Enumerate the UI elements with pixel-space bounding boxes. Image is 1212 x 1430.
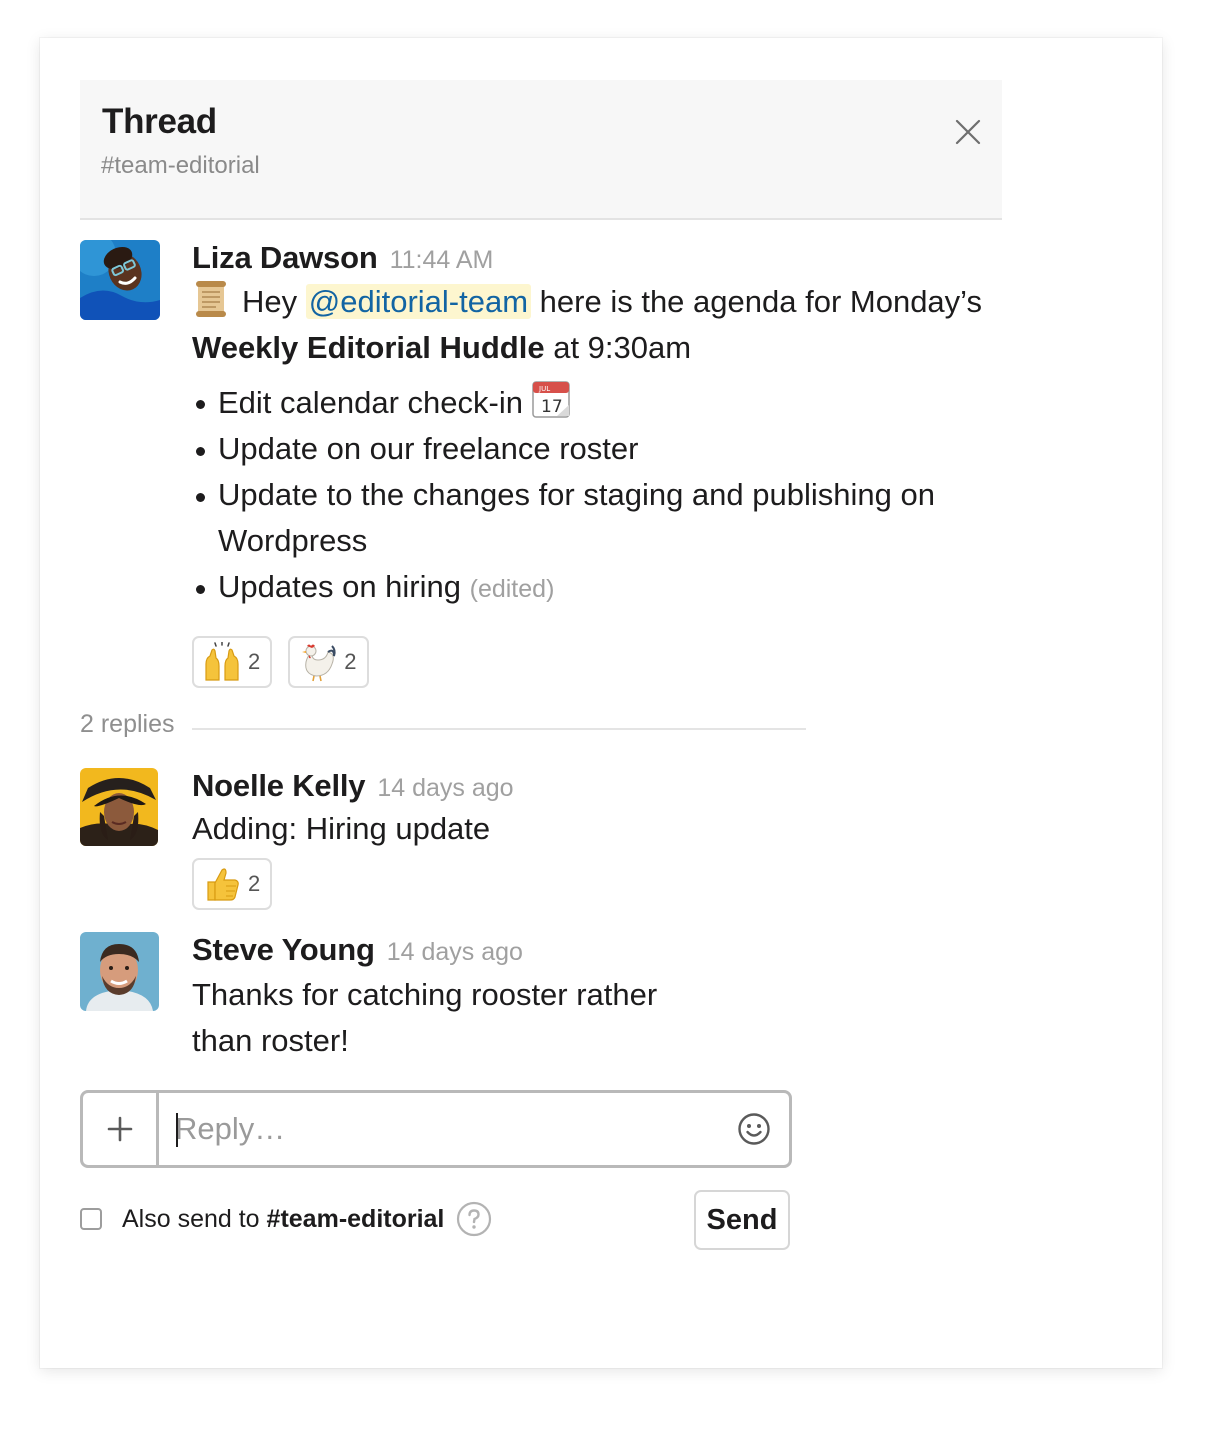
timestamp[interactable]: 11:44 AM (390, 246, 494, 274)
reaction-raised-hands[interactable]: 2 (192, 636, 273, 688)
steve-avatar-image (80, 932, 159, 1011)
also-send-checkbox[interactable] (80, 1208, 102, 1230)
thumbs-up-emoji (202, 864, 242, 904)
question-icon (457, 1201, 492, 1237)
text-caret (176, 1113, 178, 1147)
reply-message: Steve Young 14 days ago Thanks for catchi… (80, 932, 880, 1072)
emoji-button[interactable] (719, 1093, 789, 1165)
thread-title: Thread (102, 102, 217, 141)
agenda-list: Edit calendar check-in JUL 17 Update on … (192, 379, 1002, 612)
agenda-item: Update on our freelance roster (192, 426, 1002, 472)
send-button[interactable]: Send (694, 1190, 790, 1250)
reactions-bar: 2 (192, 858, 832, 910)
message-body: Noelle Kelly 14 days ago Adding: Hiring u… (192, 768, 832, 910)
rooster-emoji (298, 642, 338, 682)
reply-message: Noelle Kelly 14 days ago Adding: Hiring u… (80, 768, 880, 918)
avatar[interactable] (80, 240, 160, 320)
message-text: Adding: Hiring update (192, 811, 491, 846)
reaction-count: 2 (248, 871, 261, 896)
agenda-item: Update to the changes for staging and pu… (192, 472, 982, 564)
message-header: Liza Dawson 11:44 AM (192, 240, 1002, 276)
replies-count: 2 replies (80, 710, 175, 738)
text-after-bold: at 9:30am (553, 330, 692, 365)
message-body: Liza Dawson 11:44 AM Hey @editorial-team … (192, 240, 1002, 688)
sender-name[interactable]: Liza Dawson (192, 240, 378, 275)
timestamp[interactable]: 14 days ago (387, 938, 523, 966)
smiley-icon (738, 1113, 770, 1145)
replies-divider: 2 replies (80, 708, 806, 744)
reaction-rooster[interactable]: 2 (288, 636, 369, 688)
reaction-thumbs-up[interactable]: 2 (192, 858, 273, 910)
avatar[interactable] (80, 932, 159, 1011)
thread-panel (40, 38, 1162, 1368)
bold-huddle-text: Weekly Editorial Huddle (192, 330, 545, 365)
attach-button[interactable] (83, 1093, 159, 1165)
agenda-item-text: Update to the changes for staging and pu… (218, 477, 935, 558)
scroll-emoji (192, 278, 232, 318)
text-before-mention: Hey (242, 284, 298, 319)
reactions-bar: 2 2 (192, 636, 1002, 688)
message-header: Noelle Kelly 14 days ago (192, 768, 832, 804)
calendar-month-text: JUL (538, 385, 550, 393)
message-text-line: Thanks for catching rooster rather (192, 977, 658, 1012)
close-icon (955, 119, 981, 145)
close-button[interactable] (954, 118, 982, 146)
reaction-count: 2 (248, 649, 261, 674)
avatar[interactable] (80, 768, 158, 846)
sender-name[interactable]: Steve Young (192, 932, 375, 967)
message-header: Steve Young 14 days ago (192, 932, 832, 968)
noelle-avatar-image (80, 768, 158, 846)
mention-editorial-team[interactable]: @editorial-team (305, 284, 532, 319)
parent-message: Liza Dawson 11:44 AM Hey @editorial-team … (80, 240, 1002, 690)
agenda-item-text: Edit calendar check-in (218, 385, 523, 420)
agenda-item-text: Update on our freelance roster (218, 431, 639, 466)
also-send-channel: #team-editorial (266, 1204, 445, 1233)
agenda-item-text: Updates on hiring (218, 569, 461, 604)
message-text-line: than roster! (192, 1023, 349, 1058)
reply-input[interactable] (159, 1093, 719, 1165)
reaction-count: 2 (344, 649, 357, 674)
timestamp[interactable]: 14 days ago (377, 774, 513, 802)
message-text: Hey @editorial-team here is the agenda f… (192, 278, 1002, 371)
thread-channel-name[interactable]: #team-editorial (101, 152, 260, 180)
reply-composer (80, 1090, 792, 1168)
sender-name[interactable]: Noelle Kelly (192, 768, 366, 803)
help-button[interactable] (456, 1201, 492, 1237)
message-body: Steve Young 14 days ago Thanks for catchi… (192, 932, 832, 1064)
plus-icon (107, 1116, 132, 1142)
also-send-text: Also send to (122, 1204, 260, 1233)
agenda-item: Updates on hiring (edited) (192, 564, 1002, 612)
text-after-mention: here is the agenda for Monday’s (539, 284, 982, 319)
also-send-row: Also send to #team-editorial (80, 1198, 492, 1240)
message-text: Thanks for catching rooster rather than … (192, 972, 832, 1064)
agenda-item: Edit calendar check-in JUL 17 (192, 379, 1002, 426)
liza-avatar-image (80, 240, 160, 320)
raised-hands-emoji (202, 642, 242, 682)
also-send-label: Also send to #team-editorial (122, 1205, 444, 1234)
divider-line (192, 728, 806, 730)
calendar-emoji: JUL 17 (531, 379, 571, 419)
edited-label: (edited) (469, 575, 555, 603)
thread-header: Thread #team-editorial (80, 80, 1002, 220)
